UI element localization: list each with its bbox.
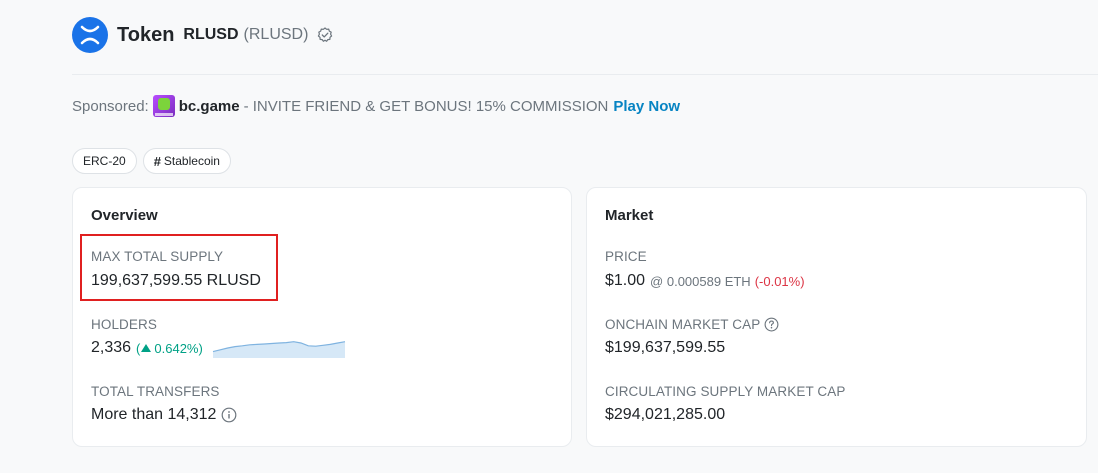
circulating-mcap-value: $294,021,285.00 [605, 406, 726, 423]
verified-check-icon[interactable] [317, 27, 333, 43]
circulating-mcap-label: CIRCULATING SUPPLY MARKET CAP [605, 384, 846, 399]
max-supply-label: MAX TOTAL SUPPLY [91, 249, 224, 264]
holders-row: 2,336 ( 0.642%) [91, 339, 203, 357]
price-eth: @ 0.000589 ETH [650, 273, 751, 289]
holders-change: ( 0.642%) [136, 340, 203, 356]
holders-sparkline [212, 341, 346, 358]
sponsored-label: Sponsored: [72, 97, 149, 115]
price-row: $1.00 @ 0.000589 ETH (-0.01%) [605, 272, 805, 290]
onchain-mcap-value: $199,637,599.55 [605, 339, 726, 356]
sponsor-brand-link[interactable]: bc.game [179, 98, 240, 115]
price-label: PRICE [605, 249, 647, 264]
transfers-row: More than 14,312 [91, 406, 237, 424]
max-supply-value: 199,637,599.55 RLUSD [91, 272, 261, 289]
help-icon[interactable] [764, 317, 779, 332]
sponsored-banner: Sponsored: bc.game - INVITE FRIEND & GET… [72, 94, 680, 118]
token-symbol: (RLUSD) [243, 26, 309, 43]
price-change: (-0.01%) [754, 273, 805, 289]
holders-value: 2,336 [91, 339, 132, 356]
onchain-mcap-label: ONCHAIN MARKET CAP [605, 317, 761, 332]
token-tags: ERC-20 # Stablecoin [72, 148, 231, 174]
info-icon[interactable] [221, 407, 237, 423]
page-title: Token [117, 23, 175, 46]
market-title: Market [605, 207, 654, 224]
tag-stablecoin[interactable]: # Stablecoin [142, 148, 231, 174]
total-transfers-label: TOTAL TRANSFERS [91, 384, 220, 399]
sponsor-text: - INVITE FRIEND & GET BONUS! 15% COMMISS… [243, 97, 609, 115]
play-now-link[interactable]: Play Now [613, 98, 680, 115]
caret-up-icon [141, 344, 152, 352]
max-supply-highlight [80, 234, 278, 301]
tag-label: ERC-20 [83, 154, 126, 168]
sparkline-area [213, 341, 345, 358]
holders-change-value: 0.642%) [154, 340, 203, 356]
total-transfers-value: More than 14,312 [91, 406, 217, 423]
overview-card: Overview MAX TOTAL SUPPLY 199,637,599.55… [72, 187, 572, 447]
onchain-mcap-label-row: ONCHAIN MARKET CAP [605, 317, 779, 332]
token-name: RLUSD [183, 26, 239, 43]
tag-erc20[interactable]: ERC-20 [72, 148, 137, 174]
price-value: $1.00 [605, 272, 646, 289]
page-header: Token RLUSD (RLUSD) [72, 17, 333, 53]
holders-label: HOLDERS [91, 317, 157, 332]
tag-label: Stablecoin [163, 154, 220, 168]
xrp-logo-icon [72, 17, 108, 53]
hash-icon: # [153, 153, 161, 169]
overview-title: Overview [91, 207, 158, 224]
bc-game-logo-icon[interactable] [152, 95, 175, 117]
market-card: Market PRICE $1.00 @ 0.000589 ETH (-0.01… [586, 187, 1087, 447]
header-divider [72, 74, 1098, 75]
